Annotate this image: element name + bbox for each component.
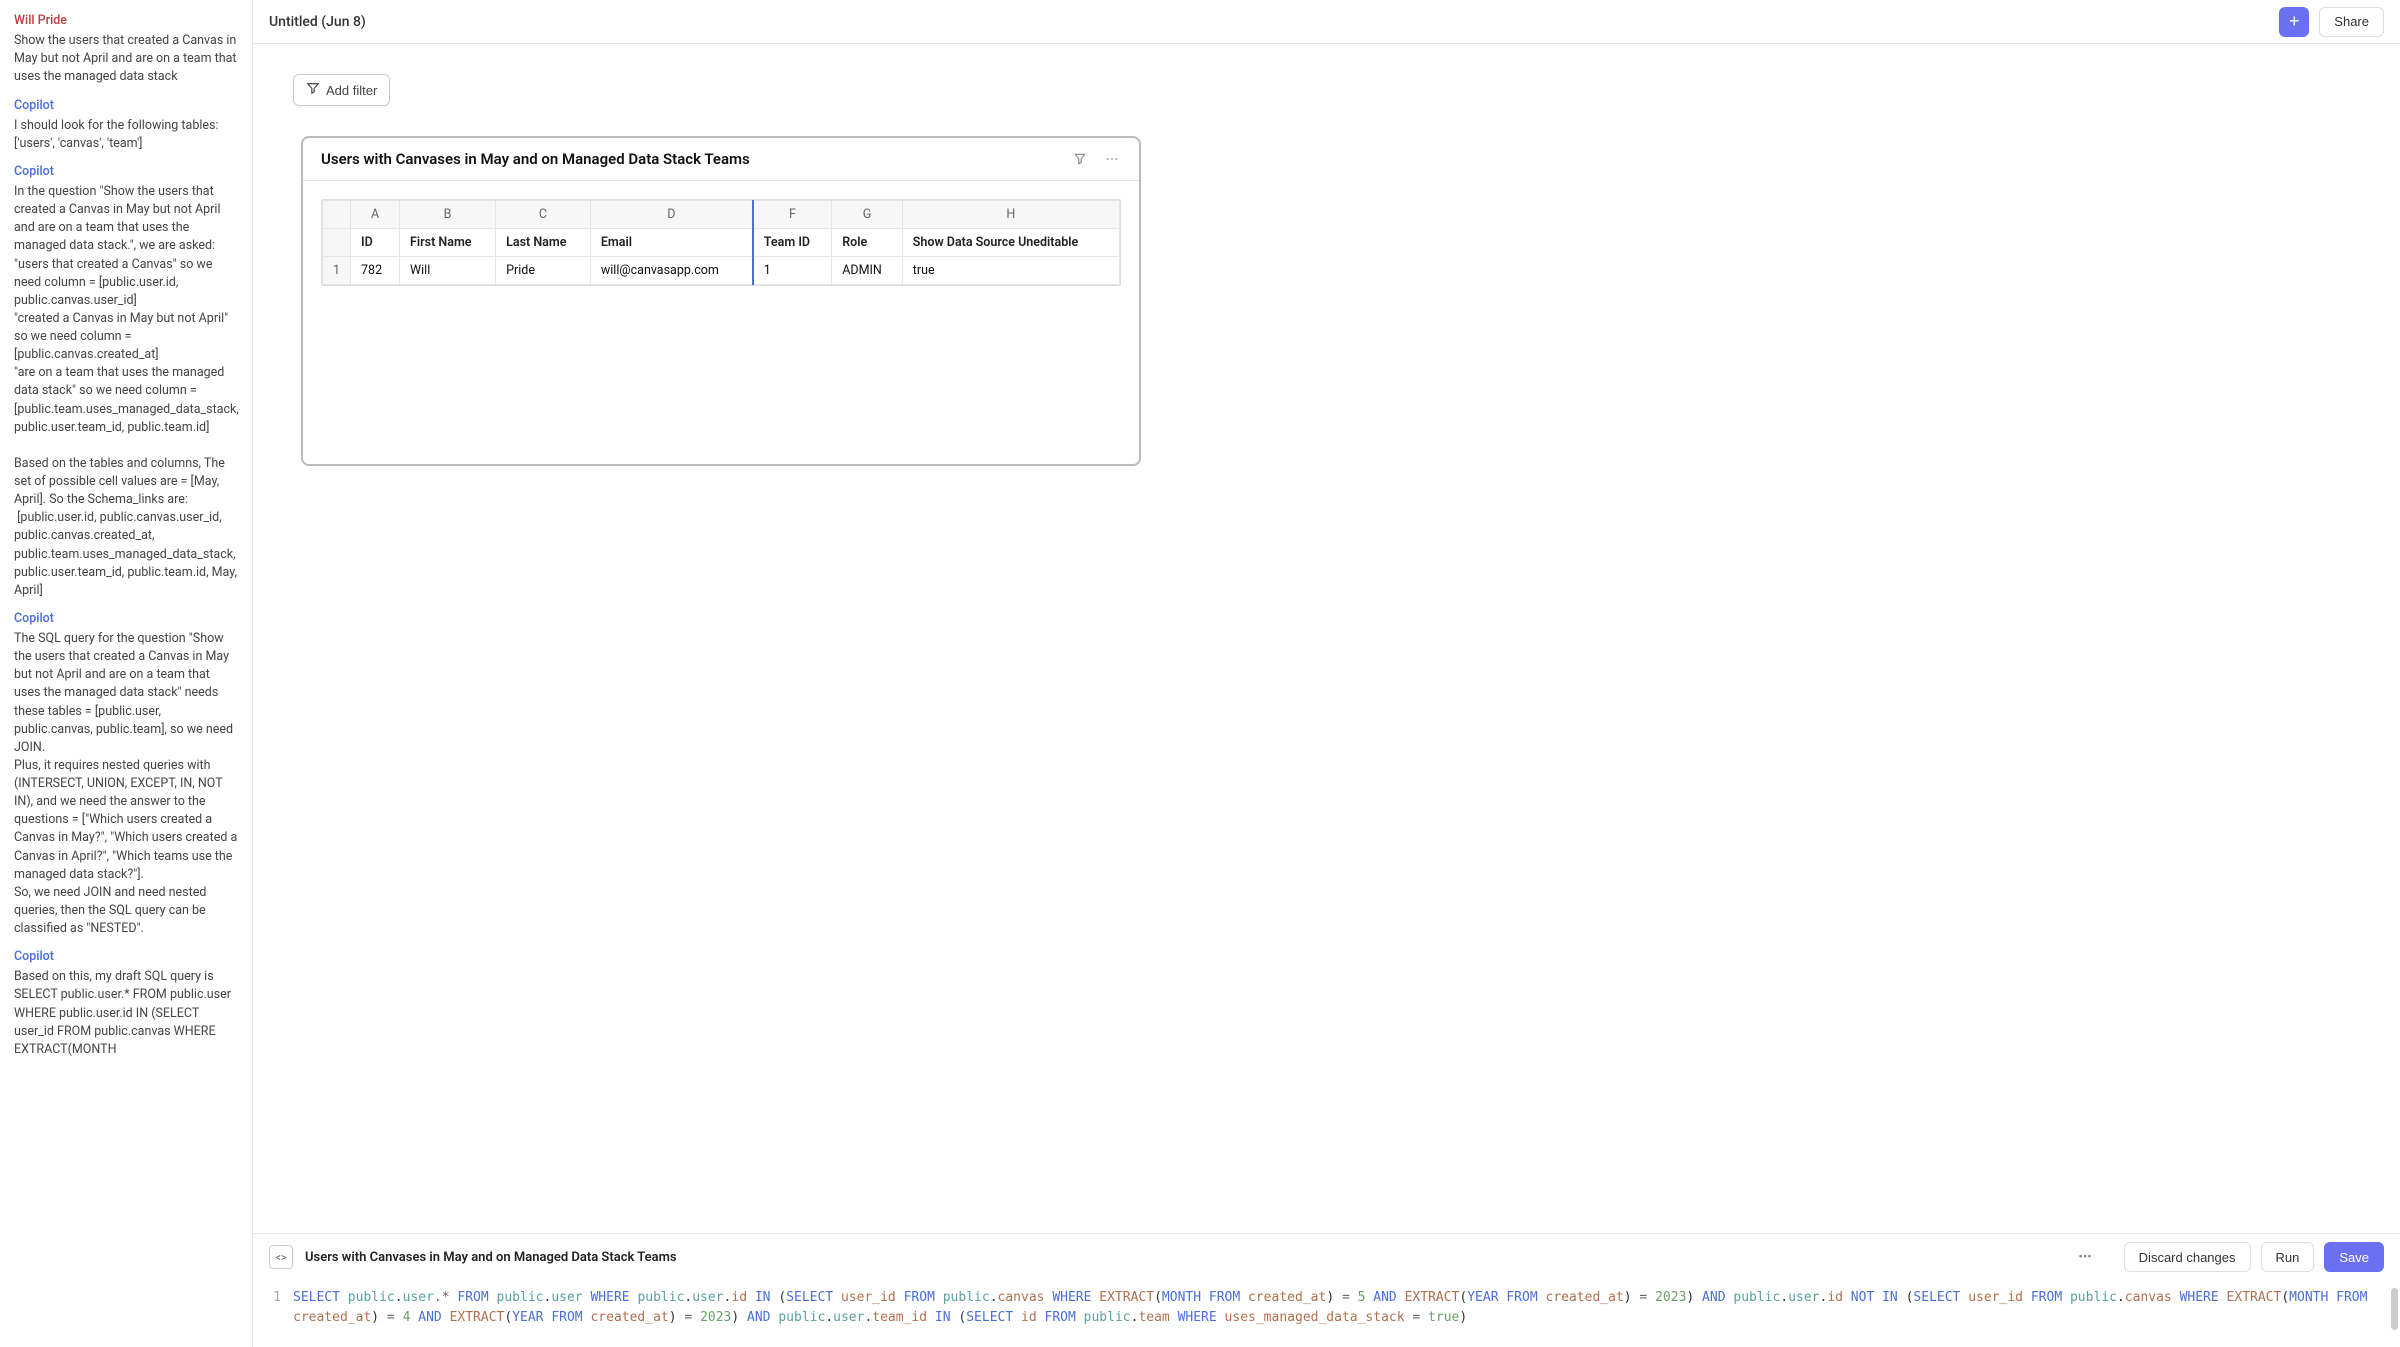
data-table[interactable]: ABCDFGH IDFirst NameLast NameEmailTeam ID… [321,199,1121,286]
chat-message: Copilot I should look for the following t… [14,97,238,153]
cell[interactable]: 782 [351,257,400,285]
chat-author: Copilot [14,97,238,115]
canvas-area[interactable]: Add filter Users with Canvases in May an… [253,44,2400,1233]
cell[interactable]: true [902,257,1119,285]
cell[interactable]: Pride [496,257,591,285]
editor-title: Users with Canvases in May and on Manage… [305,1250,2047,1265]
chat-body: The SQL query for the question "Show the… [14,630,238,938]
save-button[interactable]: Save [2324,1242,2384,1272]
chat-body: I should look for the following tables: … [14,117,238,153]
run-button[interactable]: Run [2261,1242,2315,1272]
cell[interactable]: will@canvasapp.com [590,257,752,285]
chat-author: Copilot [14,610,238,628]
col-header[interactable]: Email [590,229,752,257]
sql-editor[interactable]: 1 SELECT public.user.* FROM public.user … [253,1280,2400,1347]
new-button[interactable]: + [2279,7,2309,37]
result-card: Users with Canvases in May and on Manage… [301,136,1141,466]
chat-message: Copilot The SQL query for the question "S… [14,610,238,938]
col-letter[interactable]: A [351,201,400,229]
more-icon[interactable] [1103,150,1121,168]
col-header[interactable]: First Name [400,229,496,257]
col-letter[interactable]: B [400,201,496,229]
col-letter[interactable]: F [753,201,832,229]
doc-title[interactable]: Untitled (Jun 8) [269,14,2269,30]
topbar: Untitled (Jun 8) + Share [253,0,2400,44]
discard-button[interactable]: Discard changes [2124,1242,2251,1272]
table-row[interactable]: 1782WillPridewill@canvasapp.com1ADMINtru… [323,257,1120,285]
sql-code[interactable]: SELECT public.user.* FROM public.user WH… [293,1288,2400,1327]
main-area: Untitled (Jun 8) + Share Add filter User… [253,0,2400,1347]
chat-author: Will Pride [14,12,238,30]
col-header[interactable]: Last Name [496,229,591,257]
chat-body: Show the users that created a Canvas in … [14,32,238,86]
row-number: 1 [323,257,351,285]
col-letter[interactable]: G [832,201,903,229]
col-letter[interactable]: C [496,201,591,229]
editor-header: <> Users with Canvases in May and on Man… [253,1234,2400,1280]
col-letter[interactable]: H [902,201,1119,229]
col-letter[interactable]: D [590,201,752,229]
col-header[interactable]: Team ID [753,229,832,257]
col-header[interactable]: Show Data Source Uneditable [902,229,1119,257]
col-header[interactable]: Role [832,229,903,257]
filter-cursor-icon [306,82,320,99]
chat-body: In the question "Show the users that cre… [14,183,238,600]
code-icon[interactable]: <> [269,1245,293,1269]
share-button[interactable]: Share [2319,7,2384,37]
chat-message: Copilot Based on this, my draft SQL query… [14,948,238,1059]
sql-editor-panel: <> Users with Canvases in May and on Man… [253,1233,2400,1347]
cell[interactable]: 1 [753,257,832,285]
add-filter-button[interactable]: Add filter [293,74,390,106]
chat-message: Copilot In the question "Show the users t… [14,163,238,600]
chat-sidebar[interactable]: Will Pride Show the users that created a … [0,0,253,1347]
cell[interactable]: ADMIN [832,257,903,285]
line-number: 1 [253,1288,293,1327]
plus-icon: + [2289,11,2300,32]
chat-author: Copilot [14,948,238,966]
col-header[interactable]: ID [351,229,400,257]
add-filter-label: Add filter [326,83,377,98]
chat-body: Based on this, my draft SQL query is SEL… [14,968,238,1059]
chat-message: Will Pride Show the users that created a … [14,12,238,87]
result-title: Users with Canvases in May and on Manage… [321,150,1071,168]
cell[interactable]: Will [400,257,496,285]
scrollbar-thumb[interactable] [2391,1288,2398,1330]
chat-author: Copilot [14,163,238,181]
filter-icon[interactable] [1071,150,1089,168]
editor-more-icon[interactable]: ••• [2059,1250,2112,1265]
result-card-header: Users with Canvases in May and on Manage… [303,138,1139,181]
